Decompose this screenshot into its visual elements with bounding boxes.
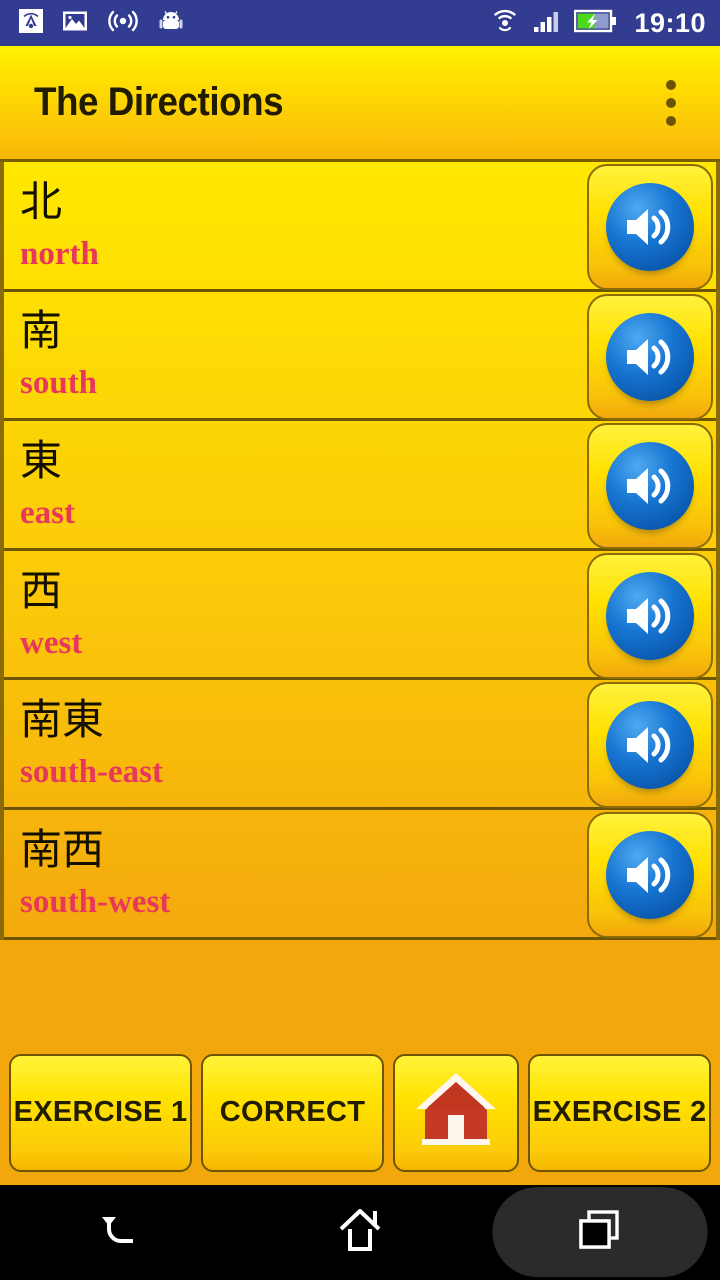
overflow-dot xyxy=(666,115,676,126)
exercise-2-button[interactable]: EXERCISE 2 xyxy=(528,1053,711,1172)
list-item[interactable]: 南東 south-east xyxy=(4,680,716,810)
speaker-sound-icon xyxy=(606,442,694,531)
broadcast-signal-icon xyxy=(106,8,140,39)
page-title: The Directions xyxy=(34,80,284,124)
battery-charging-icon xyxy=(574,8,618,39)
photo-image-icon xyxy=(62,8,88,39)
nav-back-button[interactable] xyxy=(0,1185,240,1280)
status-bar-clock: 19:10 xyxy=(634,7,706,38)
speaker-button[interactable] xyxy=(587,682,713,809)
empty-area xyxy=(0,940,720,1040)
speaker-button[interactable] xyxy=(587,164,713,290)
speaker-sound-icon xyxy=(606,830,694,919)
list-item[interactable]: 北 north xyxy=(4,162,716,292)
list-item[interactable]: 南西 south-west xyxy=(4,810,716,940)
overflow-dot xyxy=(666,97,676,108)
cellular-signal-icon xyxy=(532,7,562,40)
nav-back-icon xyxy=(89,1199,151,1266)
nav-home-icon xyxy=(331,1199,389,1266)
overflow-menu-icon[interactable] xyxy=(654,70,688,136)
exercise-1-button[interactable]: EXERCISE 1 xyxy=(9,1053,192,1172)
status-bar: 19:10 xyxy=(0,0,720,46)
home-button[interactable] xyxy=(393,1053,519,1172)
bottom-button-bar: EXERCISE 1 CORRECT EXERCISE 2 xyxy=(0,1040,720,1185)
nav-home-button[interactable] xyxy=(240,1185,480,1280)
nav-recents-button[interactable] xyxy=(480,1185,720,1280)
speaker-button[interactable] xyxy=(587,293,713,420)
list-item[interactable]: 東 east xyxy=(4,421,716,551)
list-item[interactable]: 西 west xyxy=(4,551,716,681)
action-bar: The Directions xyxy=(0,46,720,162)
speaker-sound-icon xyxy=(606,183,694,271)
speaker-sound-icon xyxy=(606,312,694,401)
nav-recents-icon xyxy=(571,1201,629,1264)
wifi-icon xyxy=(490,7,520,40)
house-home-icon xyxy=(410,1065,502,1161)
correct-button[interactable]: CORRECT xyxy=(201,1053,384,1172)
phone-screen: 19:10 The Directions 北 north 南 south 東 e… xyxy=(0,0,720,1280)
status-bar-right-icons: 19:10 xyxy=(490,7,706,40)
android-navigation-bar xyxy=(0,1185,720,1280)
speaker-button[interactable] xyxy=(587,423,713,550)
status-bar-left-icons xyxy=(18,8,184,39)
android-robot-icon xyxy=(158,8,184,39)
speaker-button[interactable] xyxy=(587,811,713,938)
cast-screen-icon xyxy=(18,8,44,39)
list-item[interactable]: 南 south xyxy=(4,292,716,422)
overflow-dot xyxy=(666,79,676,90)
speaker-sound-icon xyxy=(606,571,694,660)
speaker-button[interactable] xyxy=(587,552,713,679)
directions-list: 北 north 南 south 東 east 西 west 南東 south-e… xyxy=(0,162,720,940)
speaker-sound-icon xyxy=(606,701,694,790)
